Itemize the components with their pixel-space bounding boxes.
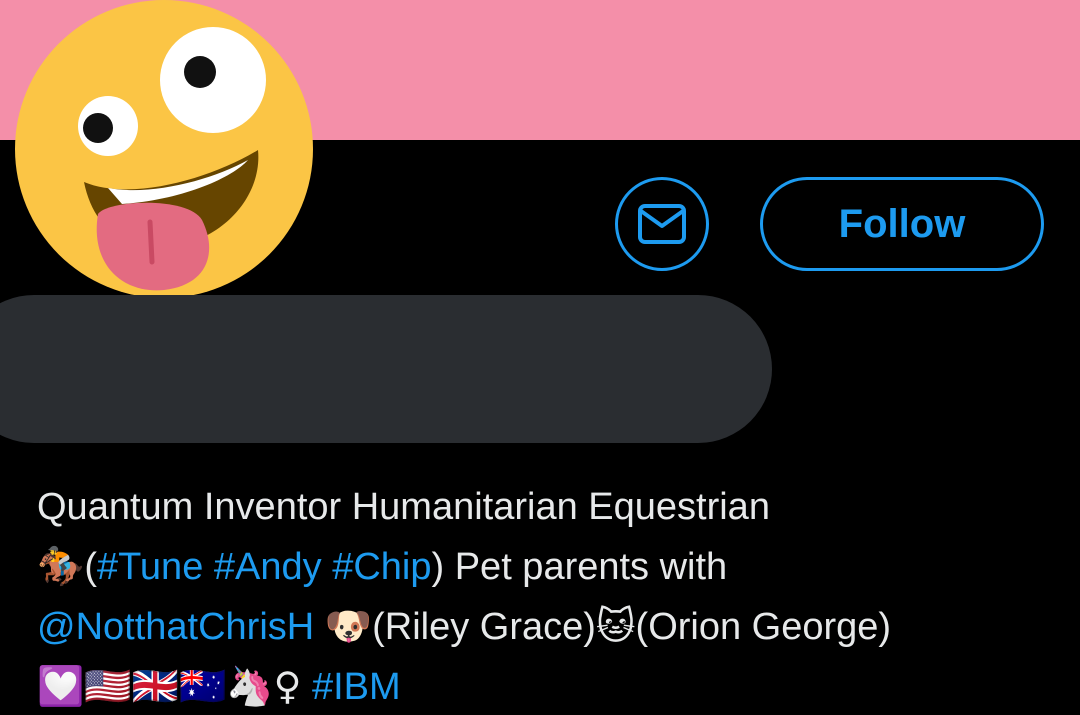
cat-emoji: 🐱 [595, 604, 636, 648]
redacted-name [0, 295, 772, 443]
mention-link[interactable]: @NotthatChrisH [37, 606, 314, 648]
female-sign-icon: ♀ [273, 664, 302, 708]
bio-text: (Riley Grace) [372, 606, 596, 648]
jockey-emoji: 🏇 [37, 544, 85, 588]
bio-text: ( [84, 546, 97, 588]
bio-text: ) Pet parents with [431, 546, 728, 588]
message-button[interactable] [615, 177, 709, 271]
bio-line-4: 💟🇺🇸🇬🇧🇦🇺🦄♀ #IBM [37, 657, 1057, 715]
heart-flags-unicorn-emojis: 💟🇺🇸🇬🇧🇦🇺🦄 [37, 664, 274, 708]
hashtag-tune[interactable]: #Tune [97, 546, 203, 588]
zany-face-icon[interactable] [12, 0, 316, 298]
profile-bio: Quantum Inventor Humanitarian Equestrian… [37, 478, 1057, 715]
bio-text: Quantum Inventor Humanitarian Equestrian [37, 486, 770, 528]
envelope-icon [638, 204, 686, 244]
hashtag-ibm[interactable]: #IBM [312, 666, 401, 708]
hashtag-chip[interactable]: #Chip [332, 546, 431, 588]
bio-line-2: 🏇(#Tune #Andy #Chip) Pet parents with [37, 537, 1057, 597]
follow-button[interactable]: Follow [760, 177, 1044, 271]
bio-line-1: Quantum Inventor Humanitarian Equestrian [37, 478, 1057, 537]
dog-emoji: 🐶 [324, 604, 373, 648]
bio-line-3: @NotthatChrisH 🐶(Riley Grace)🐱(Orion Geo… [37, 597, 1057, 657]
hashtag-andy[interactable]: #Andy [214, 546, 322, 588]
bio-text: (Orion George) [635, 606, 892, 648]
